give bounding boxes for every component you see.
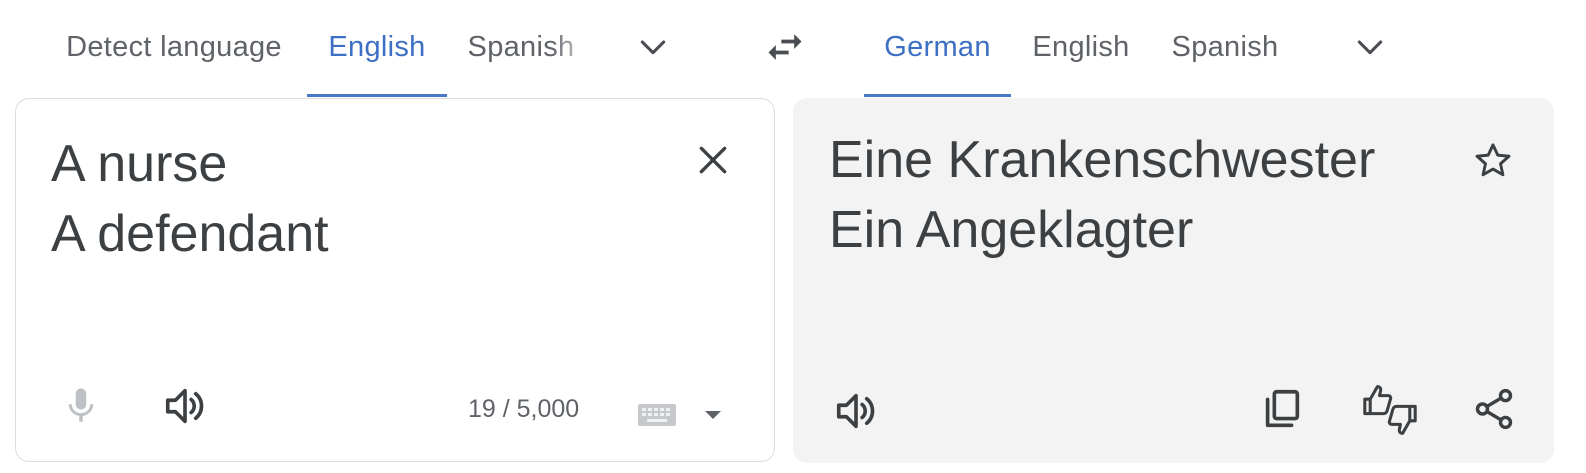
source-line: A defendant bbox=[51, 205, 329, 263]
tab-label: Detect language bbox=[66, 30, 282, 63]
star-icon bbox=[1475, 143, 1511, 177]
keyboard-icon bbox=[638, 404, 676, 426]
chevron-down-icon bbox=[1357, 40, 1383, 55]
speaker-icon bbox=[836, 393, 875, 429]
source-language-dropdown-button[interactable] bbox=[624, 18, 682, 76]
tab-source-spanish[interactable]: Spanish bbox=[446, 0, 596, 94]
share-icon bbox=[1475, 388, 1513, 430]
close-icon bbox=[699, 146, 727, 174]
tab-label: Spanish bbox=[1171, 30, 1279, 63]
copy-icon bbox=[1265, 389, 1300, 428]
tab-label: English bbox=[328, 30, 426, 63]
translation-line: Eine Krankenschwester bbox=[829, 131, 1376, 189]
chevron-down-icon bbox=[640, 40, 666, 55]
tab-detect-language[interactable]: Detect language bbox=[40, 0, 308, 94]
tab-label: English bbox=[1032, 30, 1130, 63]
input-tools-dropdown-button[interactable] bbox=[696, 395, 730, 435]
microphone-icon bbox=[68, 388, 94, 422]
copy-translation-button[interactable] bbox=[1255, 382, 1309, 436]
tab-label: German bbox=[884, 30, 991, 63]
tab-target-spanish[interactable]: Spanish bbox=[1151, 0, 1299, 94]
listen-source-button[interactable] bbox=[158, 379, 212, 433]
feedback-icon bbox=[1363, 385, 1417, 435]
source-text-input[interactable]: A nurse A defendant bbox=[51, 129, 329, 269]
source-line: A nurse bbox=[51, 135, 228, 193]
translation-output: Eine Krankenschwester Ein Angeklagter bbox=[829, 125, 1375, 265]
listen-translation-button[interactable] bbox=[829, 384, 883, 438]
tab-label: Spanish bbox=[467, 30, 575, 63]
voice-input-button[interactable] bbox=[54, 379, 108, 433]
swap-languages-button[interactable] bbox=[756, 18, 814, 76]
swap-icon bbox=[768, 34, 802, 60]
input-tools-button[interactable] bbox=[630, 391, 684, 437]
speaker-icon bbox=[165, 388, 204, 424]
clear-source-button[interactable] bbox=[686, 133, 740, 187]
target-language-dropdown-button[interactable] bbox=[1341, 18, 1399, 76]
tab-target-english[interactable]: English bbox=[1012, 0, 1150, 94]
tab-target-german[interactable]: German bbox=[864, 0, 1011, 97]
save-translation-button[interactable] bbox=[1466, 134, 1520, 188]
translation-panel: Eine Krankenschwester Ein Angeklagter bbox=[793, 98, 1554, 463]
translation-line: Ein Angeklagter bbox=[829, 201, 1194, 259]
character-count: 19 / 5,000 bbox=[468, 395, 580, 423]
source-text-panel: A nurse A defendant 19 / 5,000 bbox=[15, 98, 775, 462]
tab-source-english[interactable]: English bbox=[307, 0, 447, 97]
share-translation-button[interactable] bbox=[1467, 382, 1521, 436]
rate-translation-button[interactable] bbox=[1359, 380, 1421, 440]
caret-down-icon bbox=[705, 411, 721, 419]
